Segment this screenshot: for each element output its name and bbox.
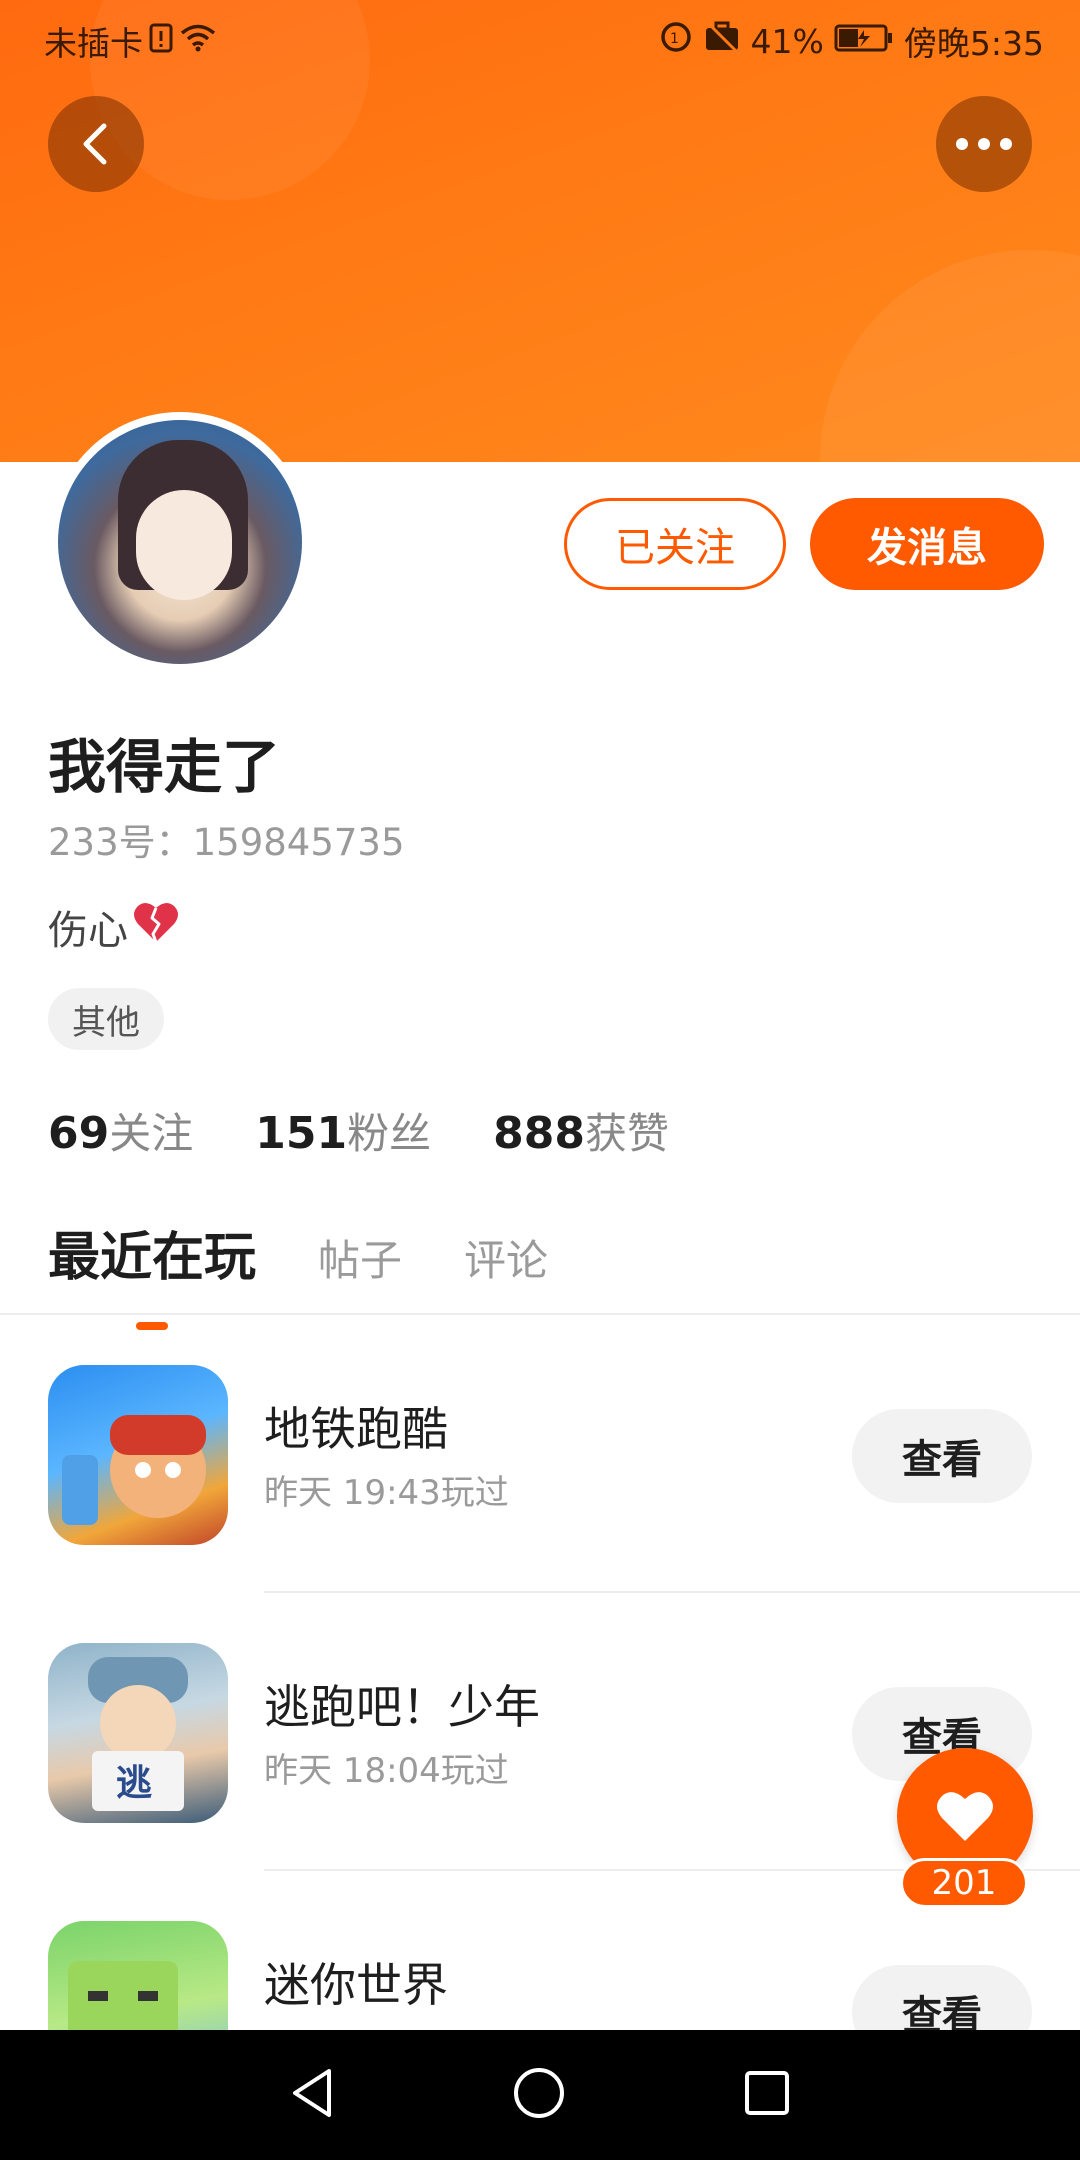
nav-back-button[interactable] bbox=[287, 2065, 337, 2125]
banner-decoration bbox=[820, 250, 1080, 462]
system-nav-bar bbox=[0, 2030, 1080, 2160]
view-game-button[interactable]: 查看 bbox=[852, 1409, 1032, 1503]
send-message-button[interactable]: 发消息 bbox=[810, 498, 1044, 590]
more-options-button[interactable] bbox=[936, 96, 1032, 192]
triangle-back-icon bbox=[293, 2069, 331, 2117]
followed-button[interactable]: 已关注 bbox=[564, 498, 786, 590]
nav-recents-button[interactable] bbox=[741, 2067, 793, 2123]
last-played-time: 昨天 19:43玩过 bbox=[264, 1473, 509, 1513]
heart-icon bbox=[937, 1792, 993, 1841]
back-button[interactable] bbox=[48, 96, 144, 192]
svg-text:1: 1 bbox=[670, 31, 679, 47]
following-stat[interactable]: 69关注 bbox=[48, 1100, 193, 1161]
following-label: 关注 bbox=[109, 1109, 194, 1158]
likes-stat[interactable]: 888获赞 bbox=[493, 1100, 669, 1161]
more-dots-icon bbox=[956, 138, 1012, 150]
broken-heart-icon bbox=[132, 900, 180, 954]
game-icon-subway-surfers bbox=[48, 1365, 228, 1545]
status-bar: 未插卡 1 41% 傍晚5:35 bbox=[0, 0, 1080, 74]
sim-alert-icon bbox=[149, 22, 173, 61]
clock-text: 傍晚5:35 bbox=[903, 24, 1044, 63]
circle-home-icon bbox=[514, 2068, 564, 2118]
username: 我得走了 bbox=[48, 733, 281, 801]
work-mode-icon bbox=[703, 20, 741, 62]
wifi-icon bbox=[179, 22, 217, 61]
data-saver-icon: 1 bbox=[659, 20, 693, 62]
list-item[interactable]: 地铁跑酷 昨天 19:43玩过 查看 bbox=[0, 1315, 1080, 1593]
game-icon-escape: 逃 bbox=[48, 1643, 228, 1823]
avatar-image bbox=[58, 420, 302, 664]
nav-home-button[interactable] bbox=[511, 2065, 567, 2125]
battery-charging-icon bbox=[834, 22, 894, 61]
game-name: 逃跑吧！少年 bbox=[264, 1680, 540, 1734]
user-bio: 伤心 bbox=[48, 898, 180, 956]
tab-posts[interactable]: 帖子 bbox=[318, 1227, 402, 1288]
square-recents-icon bbox=[745, 2071, 789, 2115]
user-tag[interactable]: 其他 bbox=[48, 988, 164, 1050]
avatar[interactable] bbox=[50, 412, 310, 672]
profile-tabs: 最近在玩 帖子 评论 bbox=[48, 1215, 548, 1330]
profile-stats: 69关注 151粉丝 888获赞 bbox=[48, 1100, 669, 1161]
likes-count: 888 bbox=[493, 1108, 585, 1159]
svg-text:逃: 逃 bbox=[116, 1763, 152, 1804]
like-count-badge: 201 bbox=[900, 1858, 1028, 1908]
followers-count: 151 bbox=[255, 1108, 348, 1159]
profile-banner: 未插卡 1 41% 傍晚5:35 bbox=[0, 0, 1080, 462]
followers-stat[interactable]: 151粉丝 bbox=[255, 1100, 431, 1161]
back-arrow-icon bbox=[83, 123, 107, 165]
tab-comments[interactable]: 评论 bbox=[464, 1227, 548, 1288]
tab-recently-played[interactable]: 最近在玩 bbox=[48, 1215, 256, 1330]
following-count: 69 bbox=[48, 1108, 110, 1159]
followers-label: 粉丝 bbox=[347, 1109, 432, 1158]
bio-text: 伤心 bbox=[48, 908, 128, 954]
carrier-text: 未插卡 bbox=[44, 24, 143, 63]
game-name: 迷你世界 bbox=[264, 1958, 448, 2012]
likes-label: 获赞 bbox=[584, 1109, 669, 1158]
user-id: 233号：159845735 bbox=[48, 821, 405, 864]
last-played-time: 昨天 18:04玩过 bbox=[264, 1751, 509, 1791]
game-name: 地铁跑酷 bbox=[264, 1402, 448, 1456]
battery-percent: 41% bbox=[750, 21, 824, 61]
